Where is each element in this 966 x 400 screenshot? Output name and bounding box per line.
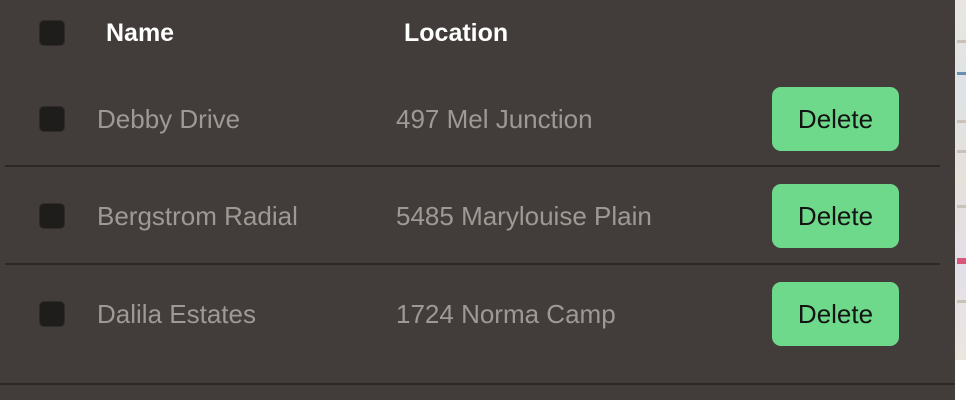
map-road: [957, 40, 966, 43]
row-location: 5485 Marylouise Plain: [396, 201, 652, 231]
row-checkbox[interactable]: [39, 106, 65, 132]
row-location: 497 Mel Junction: [396, 104, 593, 134]
map-edge[interactable]: [955, 0, 966, 360]
row-name: Bergstrom Radial: [97, 201, 298, 231]
row-divider: [5, 263, 940, 265]
select-all-checkbox[interactable]: [39, 20, 65, 46]
delete-button[interactable]: Delete: [772, 184, 899, 248]
map-road: [957, 258, 966, 264]
row-name: Debby Drive: [97, 104, 241, 134]
map-road: [957, 300, 966, 303]
delete-button[interactable]: Delete: [772, 282, 899, 346]
map-road: [957, 72, 966, 75]
row-location: 1724 Norma Camp: [396, 299, 616, 329]
column-header-name[interactable]: Name: [106, 18, 174, 48]
row-checkbox[interactable]: [39, 203, 65, 229]
map-road: [957, 150, 966, 153]
row-name: Dalila Estates: [97, 299, 256, 329]
column-header-location[interactable]: Location: [404, 18, 508, 48]
map-road: [957, 205, 966, 208]
delete-button[interactable]: Delete: [772, 87, 899, 151]
row-checkbox[interactable]: [39, 301, 65, 327]
addresses-table: Name Location Debby Drive 497 Mel Juncti…: [0, 0, 955, 400]
map-road: [957, 120, 966, 123]
table-bottom-divider: [0, 383, 955, 385]
map-edge-lower: [955, 360, 966, 400]
row-divider: [5, 165, 940, 167]
